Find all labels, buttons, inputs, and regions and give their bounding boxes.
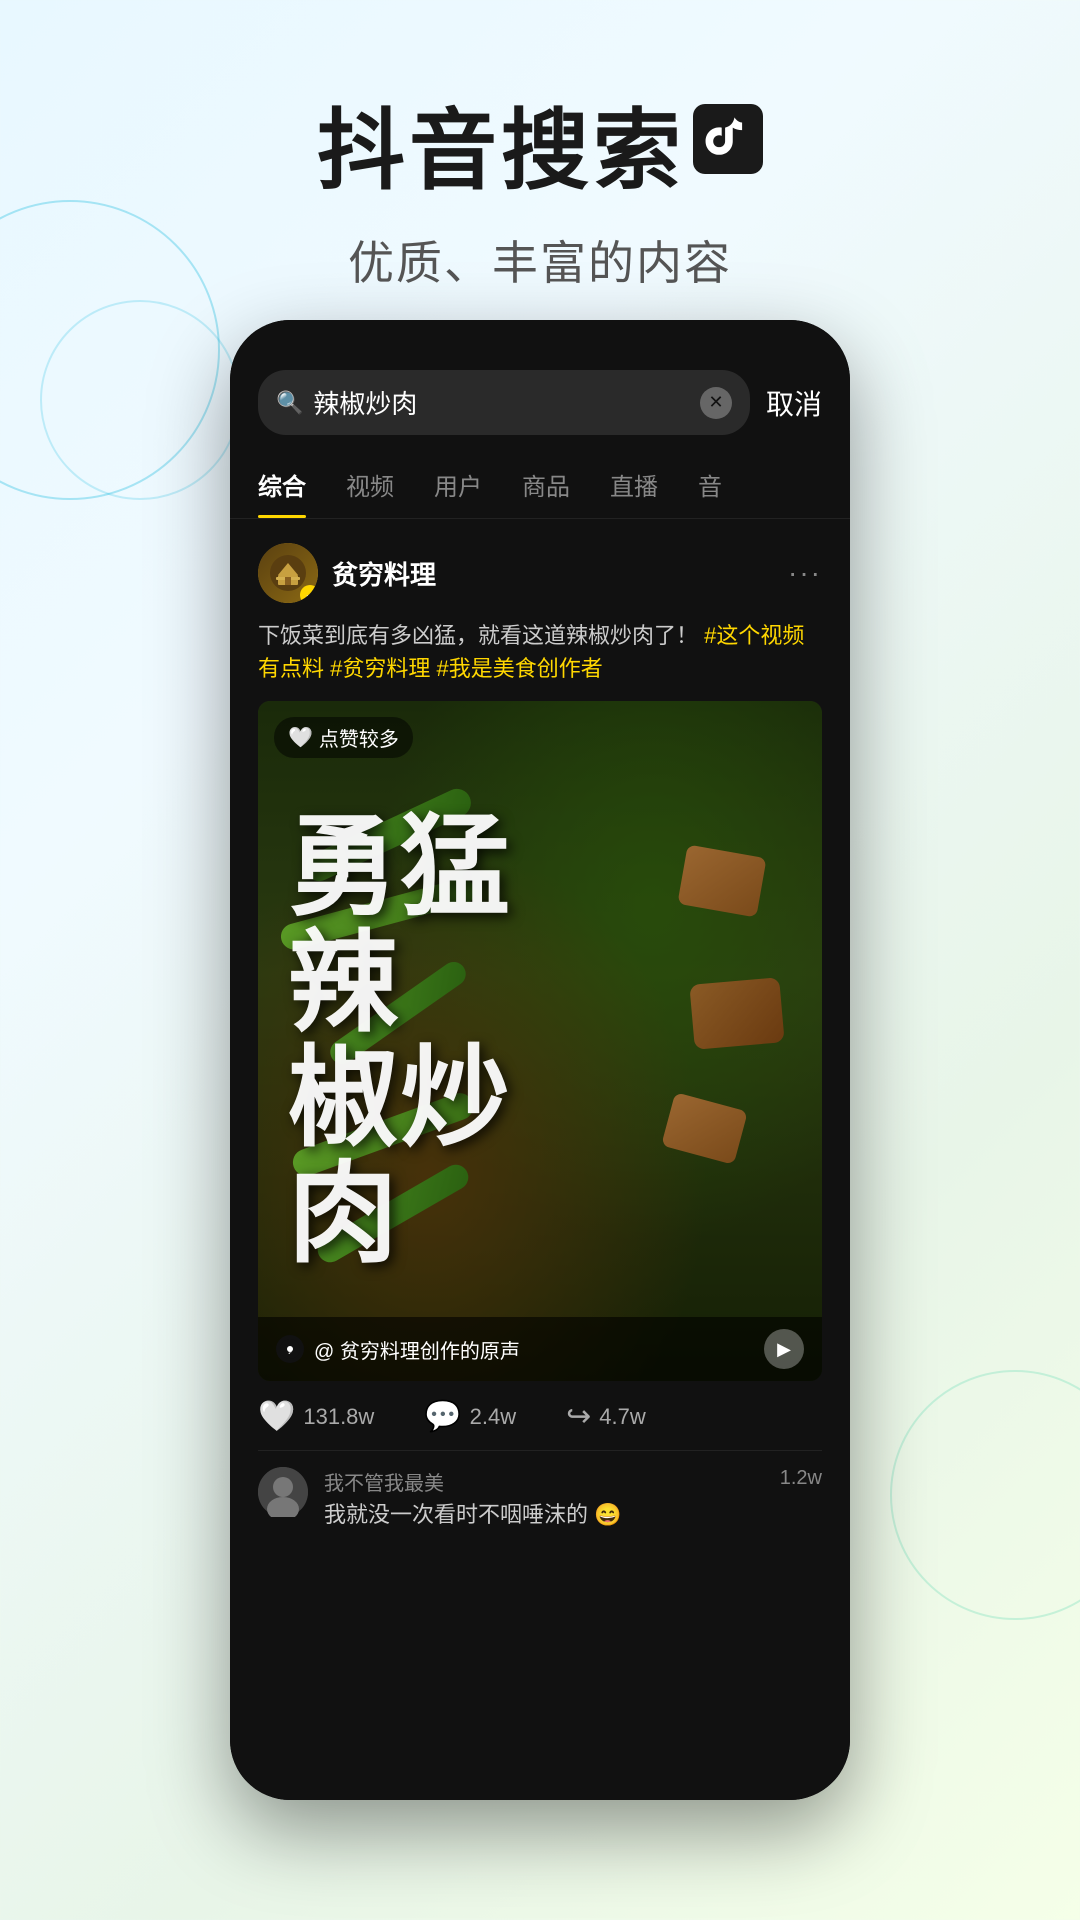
- tabs-container: 综合 视频 用户 商品 直播 音: [230, 451, 850, 519]
- comment-content: 我不管我最美 我就没一次看时不咽唾沫的 😄: [324, 1467, 764, 1531]
- heart-icon: 🤍: [288, 725, 313, 750]
- likes-badge: 🤍 点赞较多: [274, 717, 413, 758]
- tab-商品[interactable]: 商品: [522, 451, 570, 518]
- tab-综合[interactable]: 综合: [258, 451, 306, 518]
- video-thumbnail: 勇猛 辣 椒炒 肉 🤍 点赞较多: [258, 701, 822, 1381]
- comment-text: 我就没一次看时不咽唾沫的 😄: [324, 1500, 764, 1531]
- video-overlay-text: 勇猛 辣 椒炒 肉: [258, 701, 822, 1381]
- overlay-line-4: 肉: [288, 1157, 512, 1273]
- comment-count: 1.2w: [780, 1467, 822, 1490]
- post-user-info: ✓ 贫穷料理: [258, 543, 436, 603]
- header-section: 抖音搜索 优质、丰富的内容: [0, 0, 1080, 353]
- overlay-line-3: 椒炒: [288, 1041, 512, 1157]
- tab-直播[interactable]: 直播: [610, 451, 658, 518]
- tab-用户[interactable]: 用户: [434, 451, 482, 518]
- overlay-line-2: 辣: [288, 926, 512, 1042]
- app-subtitle: 优质、丰富的内容: [0, 227, 1080, 293]
- comments-button[interactable]: 💬 2.4w: [424, 1399, 516, 1434]
- post-description: 下饭菜到底有多凶猛，就看这道辣椒炒肉了！ #这个视频有点料 #贫穷料理 #我是美…: [258, 619, 822, 685]
- search-icon: 🔍: [276, 390, 303, 416]
- search-bar-container: 🔍 辣椒炒肉 ✕ 取消: [230, 320, 850, 451]
- phone-screen: 🔍 辣椒炒肉 ✕ 取消 综合 视频 用户 商品 直播 音: [230, 320, 850, 1800]
- avatar[interactable]: ✓: [258, 543, 318, 603]
- bg-decoration-3: [890, 1370, 1080, 1620]
- comment-username: 我不管我最美: [324, 1467, 764, 1496]
- shares-button[interactable]: ↪ 4.7w: [566, 1399, 646, 1434]
- verified-badge: ✓: [300, 585, 318, 603]
- music-bar: ♪ @ 贫穷料理创作的原声 ▶: [258, 1317, 822, 1381]
- content-area: ✓ 贫穷料理 ··· 下饭菜到底有多凶猛，就看这道辣椒炒肉了！ #这个视频有点料…: [230, 519, 850, 1800]
- username[interactable]: 贫穷料理: [332, 555, 436, 592]
- comment-icon: 💬: [424, 1399, 461, 1434]
- heart-icon: 🤍: [258, 1399, 295, 1434]
- video-container[interactable]: 勇猛 辣 椒炒 肉 🤍 点赞较多: [258, 701, 822, 1381]
- search-clear-button[interactable]: ✕: [700, 387, 732, 419]
- likes-count: 131.8w: [303, 1404, 374, 1430]
- comments-count: 2.4w: [470, 1404, 516, 1430]
- comment-preview: 我不管我最美 我就没一次看时不咽唾沫的 😄 1.2w: [258, 1450, 822, 1547]
- tiktok-logo: [693, 104, 763, 174]
- title-row: 抖音搜索: [0, 80, 1080, 207]
- music-icon: ♪: [276, 1335, 304, 1363]
- overlay-line-1: 勇猛: [288, 810, 512, 926]
- search-query[interactable]: 辣椒炒肉: [313, 384, 690, 421]
- post-card: ✓ 贫穷料理 ··· 下饭菜到底有多凶猛，就看这道辣椒炒肉了！ #这个视频有点料…: [230, 519, 850, 1547]
- post-header: ✓ 贫穷料理 ···: [258, 543, 822, 603]
- search-cancel-button[interactable]: 取消: [766, 383, 822, 423]
- likes-badge-label: 点赞较多: [319, 723, 399, 752]
- interaction-bar: 🤍 131.8w 💬 2.4w ↪ 4.7w: [258, 1381, 822, 1450]
- tab-音[interactable]: 音: [698, 451, 722, 518]
- tab-视频[interactable]: 视频: [346, 451, 394, 518]
- likes-button[interactable]: 🤍 131.8w: [258, 1399, 374, 1434]
- share-icon: ↪: [566, 1399, 591, 1434]
- more-options-button[interactable]: ···: [788, 557, 822, 589]
- shares-count: 4.7w: [599, 1404, 645, 1430]
- phone-mockup: 🔍 辣椒炒肉 ✕ 取消 综合 视频 用户 商品 直播 音: [230, 320, 850, 1800]
- svg-text:♪: ♪: [288, 1346, 293, 1356]
- music-text: @ 贫穷料理创作的原声: [314, 1335, 754, 1364]
- search-input-wrapper[interactable]: 🔍 辣椒炒肉 ✕: [258, 370, 750, 435]
- app-title: 抖音搜索: [317, 80, 685, 207]
- comment-avatar: [258, 1467, 308, 1517]
- play-button[interactable]: ▶: [764, 1329, 804, 1369]
